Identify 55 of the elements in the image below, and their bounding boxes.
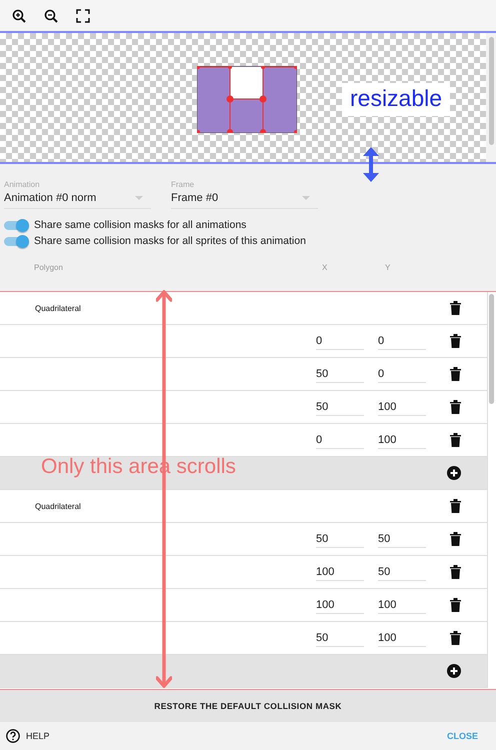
field-value: Frame #0 bbox=[171, 192, 218, 204]
field-label: Animation bbox=[4, 180, 41, 189]
trash-icon[interactable] bbox=[450, 499, 461, 513]
input-field[interactable]: 100 bbox=[378, 398, 426, 416]
double-arrow bbox=[363, 146, 379, 183]
zoom-out-icon[interactable] bbox=[44, 8, 58, 22]
column-header: Y bbox=[385, 263, 390, 272]
help-button[interactable]: HELP bbox=[6, 729, 50, 743]
trash-icon[interactable] bbox=[450, 367, 461, 381]
dropdown[interactable]: Animation Animation #0 norm bbox=[4, 180, 151, 209]
toggle-label: Share same collision masks for all sprites of this animation bbox=[34, 235, 306, 247]
field-value: Animation #0 norm bbox=[4, 192, 96, 204]
input-field[interactable]: 0 bbox=[316, 432, 364, 448]
scrollbar[interactable] bbox=[489, 37, 494, 145]
field-label: Frame bbox=[171, 180, 196, 189]
toggle-switch[interactable] bbox=[4, 236, 28, 246]
restore-button[interactable]: RESTORE THE DEFAULT COLLISION MASK bbox=[0, 689, 496, 722]
caret-icon bbox=[302, 196, 310, 200]
toggle-switch[interactable] bbox=[4, 220, 28, 230]
fullscreen-icon[interactable] bbox=[76, 8, 90, 22]
input-field[interactable]: 50 bbox=[378, 530, 426, 548]
trash-icon[interactable] bbox=[450, 301, 461, 315]
toggle-label: Share same collision masks for all animations bbox=[34, 219, 246, 231]
trash-icon[interactable] bbox=[450, 565, 461, 579]
trash-icon[interactable] bbox=[450, 631, 461, 645]
trash-icon[interactable] bbox=[450, 334, 461, 348]
trash-icon[interactable] bbox=[450, 598, 461, 612]
polygon-name: Quadrilateral bbox=[35, 502, 82, 510]
polygon-name: Quadrilateral bbox=[35, 304, 82, 312]
input-field[interactable]: 100 bbox=[316, 596, 364, 614]
input-field[interactable]: 50 bbox=[316, 630, 364, 646]
dropdown[interactable]: Frame Frame #0 bbox=[171, 180, 318, 209]
input-field[interactable]: 0 bbox=[378, 332, 426, 350]
input-field[interactable]: 0 bbox=[316, 332, 364, 350]
input-field[interactable]: 50 bbox=[316, 366, 364, 382]
caret-icon bbox=[135, 196, 143, 200]
input-field[interactable]: 50 bbox=[316, 398, 364, 416]
add-icon[interactable] bbox=[447, 664, 461, 678]
scrollbar[interactable] bbox=[489, 294, 494, 404]
input-field[interactable]: 100 bbox=[378, 630, 426, 646]
input-field[interactable]: 50 bbox=[316, 530, 364, 548]
input-field[interactable]: 100 bbox=[378, 432, 426, 448]
help-icon bbox=[6, 729, 20, 743]
trash-icon[interactable] bbox=[450, 400, 461, 414]
column-header: Polygon bbox=[34, 263, 64, 272]
trash-icon[interactable] bbox=[450, 433, 461, 447]
trash-icon[interactable] bbox=[450, 532, 461, 546]
input-field[interactable]: 100 bbox=[378, 596, 426, 614]
input-field[interactable]: 50 bbox=[378, 564, 426, 580]
annotation-label: resizable bbox=[342, 83, 450, 116]
input-field[interactable]: 100 bbox=[316, 564, 364, 580]
zoom-in-icon[interactable] bbox=[12, 8, 26, 22]
input-field[interactable]: 0 bbox=[378, 366, 426, 382]
column-header: X bbox=[322, 263, 328, 272]
add-icon[interactable] bbox=[447, 466, 461, 480]
